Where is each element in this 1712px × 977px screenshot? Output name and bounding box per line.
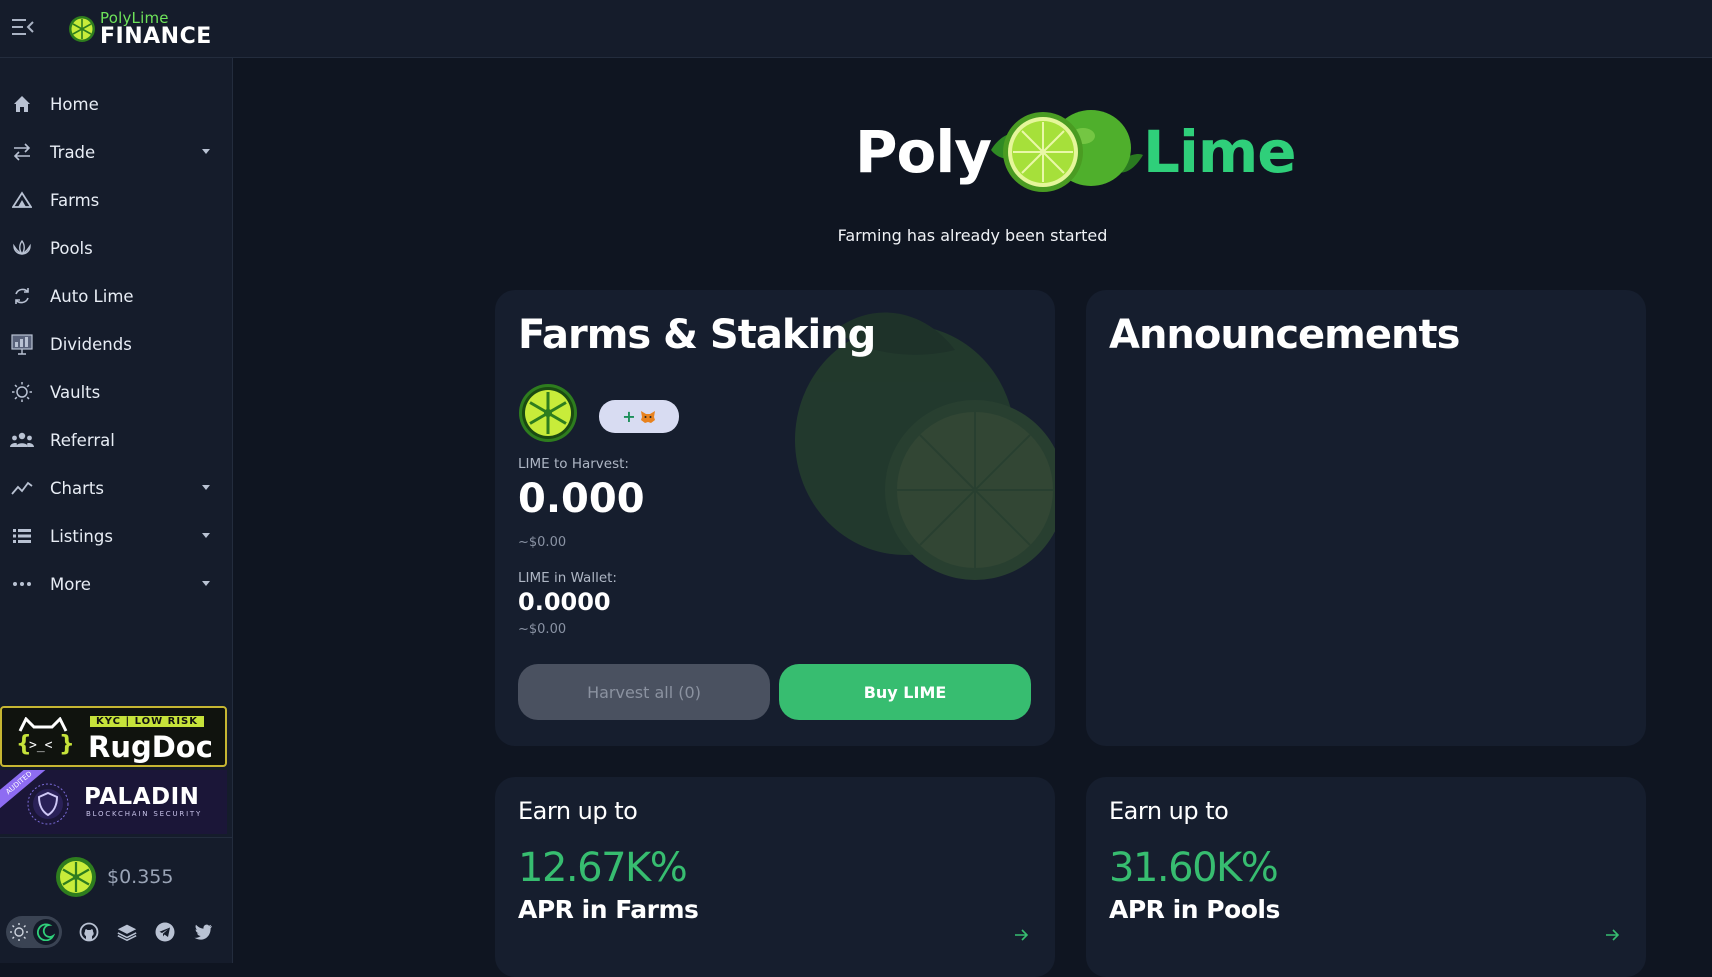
theme-toggle[interactable] [6,916,62,948]
brand-logo[interactable]: PolyLime FINANCE [68,8,212,50]
main-content: Poly Lime Farming has already been start… [233,58,1712,977]
moon-icon [33,919,59,945]
earn-farms-card[interactable]: Earn up to 12.67K% APR in Farms [495,777,1055,977]
github-icon[interactable] [78,921,100,943]
paladin-badge[interactable]: AUDITED PALADIN BLOCKCHAIN SECURITY [0,770,227,834]
menu-collapse-icon[interactable] [12,18,34,36]
sidebar-item-label: More [50,574,91,594]
sidebar-item-label: Charts [50,478,104,498]
lime-coin-icon [56,857,96,897]
swap-icon [10,140,34,164]
sidebar-footer [6,916,214,948]
sidebar-item-farms[interactable]: Farms [0,176,232,224]
list-icon [10,524,34,548]
top-bar: PolyLime FINANCE [0,0,1712,58]
hero-logo-lime: Lime [1143,118,1297,186]
sidebar-item-trade[interactable]: Trade [0,128,232,176]
farms-apr-label: APR in Farms [518,895,699,924]
lime-in-wallet-usd: ~$0.00 [518,622,567,637]
earn-heading: Earn up to [1109,797,1229,825]
arrow-right-icon[interactable] [1013,927,1029,943]
farms-card-title: Farms & Staking [518,312,876,358]
svg-text:}: } [59,732,74,757]
paladin-sub: BLOCKCHAIN SECURITY [86,810,203,818]
sidebar-item-vaults[interactable]: Vaults [0,368,232,416]
lime-in-wallet-label: LIME in Wallet: [518,570,617,586]
sidebar-item-label: Referral [50,430,115,450]
buy-lime-button[interactable]: Buy LIME [779,664,1031,720]
lime-price-value: $0.355 [107,866,174,888]
sidebar-item-label: Auto Lime [50,286,134,306]
hero-subtitle: Farming has already been started [837,226,1108,245]
pools-apr-value: 31.60K% [1109,845,1279,891]
lime-to-harvest-usd: ~$0.00 [518,535,567,550]
rugdoc-badge[interactable]: { } >_< KYC | LOW RISK RugDoc [0,706,227,767]
hero-logo: Poly Lime [855,100,1297,210]
farm-icon [10,188,34,212]
sidebar-item-pools[interactable]: Pools [0,224,232,272]
home-icon [10,92,34,116]
svg-text:>_<: >_< [29,738,53,753]
farms-apr-value: 12.67K% [518,845,688,891]
plus-label: + [622,407,636,426]
telegram-icon[interactable] [154,921,176,943]
rugdoc-tag: KYC | LOW RISK [90,716,204,727]
sidebar-item-listings[interactable]: Listings [0,512,232,560]
chevron-down-icon [202,581,210,586]
sun-icon [10,923,28,941]
sidebar-item-label: Dividends [50,334,132,354]
hero-logo-poly: Poly [855,118,992,186]
sidebar-item-label: Vaults [50,382,101,402]
rugdoc-name: RugDoc [88,730,213,764]
sidebar-divider [0,837,232,838]
sidebar: Home Trade Farms Pools Auto Lime Dividen… [0,58,233,963]
chevron-down-icon [202,533,210,538]
sidebar-item-label: Listings [50,526,113,546]
referral-icon [10,428,34,452]
lime-coin-icon [519,384,577,442]
sidebar-item-more[interactable]: More [0,560,232,608]
lime-logo-icon [69,16,95,42]
sidebar-nav: Home Trade Farms Pools Auto Lime Dividen… [0,80,232,608]
announcements-title: Announcements [1109,312,1460,358]
pools-apr-label: APR in Pools [1109,895,1280,924]
chart-icon [10,476,34,500]
sidebar-item-home[interactable]: Home [0,80,232,128]
lime-to-harvest-value: 0.000 [518,476,645,522]
chevron-down-icon [202,485,210,490]
lime-price[interactable]: $0.355 [55,856,173,898]
farms-staking-card: Farms & Staking + LIME to Harvest: 0.000… [495,290,1055,746]
docs-icon[interactable] [116,921,138,943]
more-icon [10,572,34,596]
vault-icon [10,380,34,404]
add-to-metamask-button[interactable]: + [599,400,679,433]
chevron-down-icon [202,149,210,154]
lime-in-wallet-value: 0.0000 [518,588,611,616]
earn-heading: Earn up to [518,797,638,825]
twitter-icon[interactable] [192,921,214,943]
earn-pools-card[interactable]: Earn up to 31.60K% APR in Pools [1086,777,1646,977]
arrow-right-icon[interactable] [1604,927,1620,943]
sidebar-item-referral[interactable]: Referral [0,416,232,464]
sidebar-item-charts[interactable]: Charts [0,464,232,512]
sidebar-item-label: Home [50,94,99,114]
sidebar-item-auto-lime[interactable]: Auto Lime [0,272,232,320]
lime-fruit-icon [991,110,1143,192]
lime-to-harvest-label: LIME to Harvest: [518,456,629,472]
pool-icon [10,236,34,260]
rugdoc-cat-icon: { } >_< [16,716,74,757]
shield-icon [27,783,69,825]
paladin-name: PALADIN [84,784,200,810]
announcements-card: Announcements [1086,290,1646,746]
sidebar-item-label: Trade [50,142,96,162]
metamask-fox-icon [640,410,655,423]
sidebar-item-label: Farms [50,190,100,210]
brand-big: FINANCE [100,23,212,49]
harvest-all-button[interactable]: Harvest all (0) [518,664,770,720]
dividends-icon [10,332,34,356]
sidebar-item-label: Pools [50,238,93,258]
refresh-icon [10,284,34,308]
sidebar-item-dividends[interactable]: Dividends [0,320,232,368]
